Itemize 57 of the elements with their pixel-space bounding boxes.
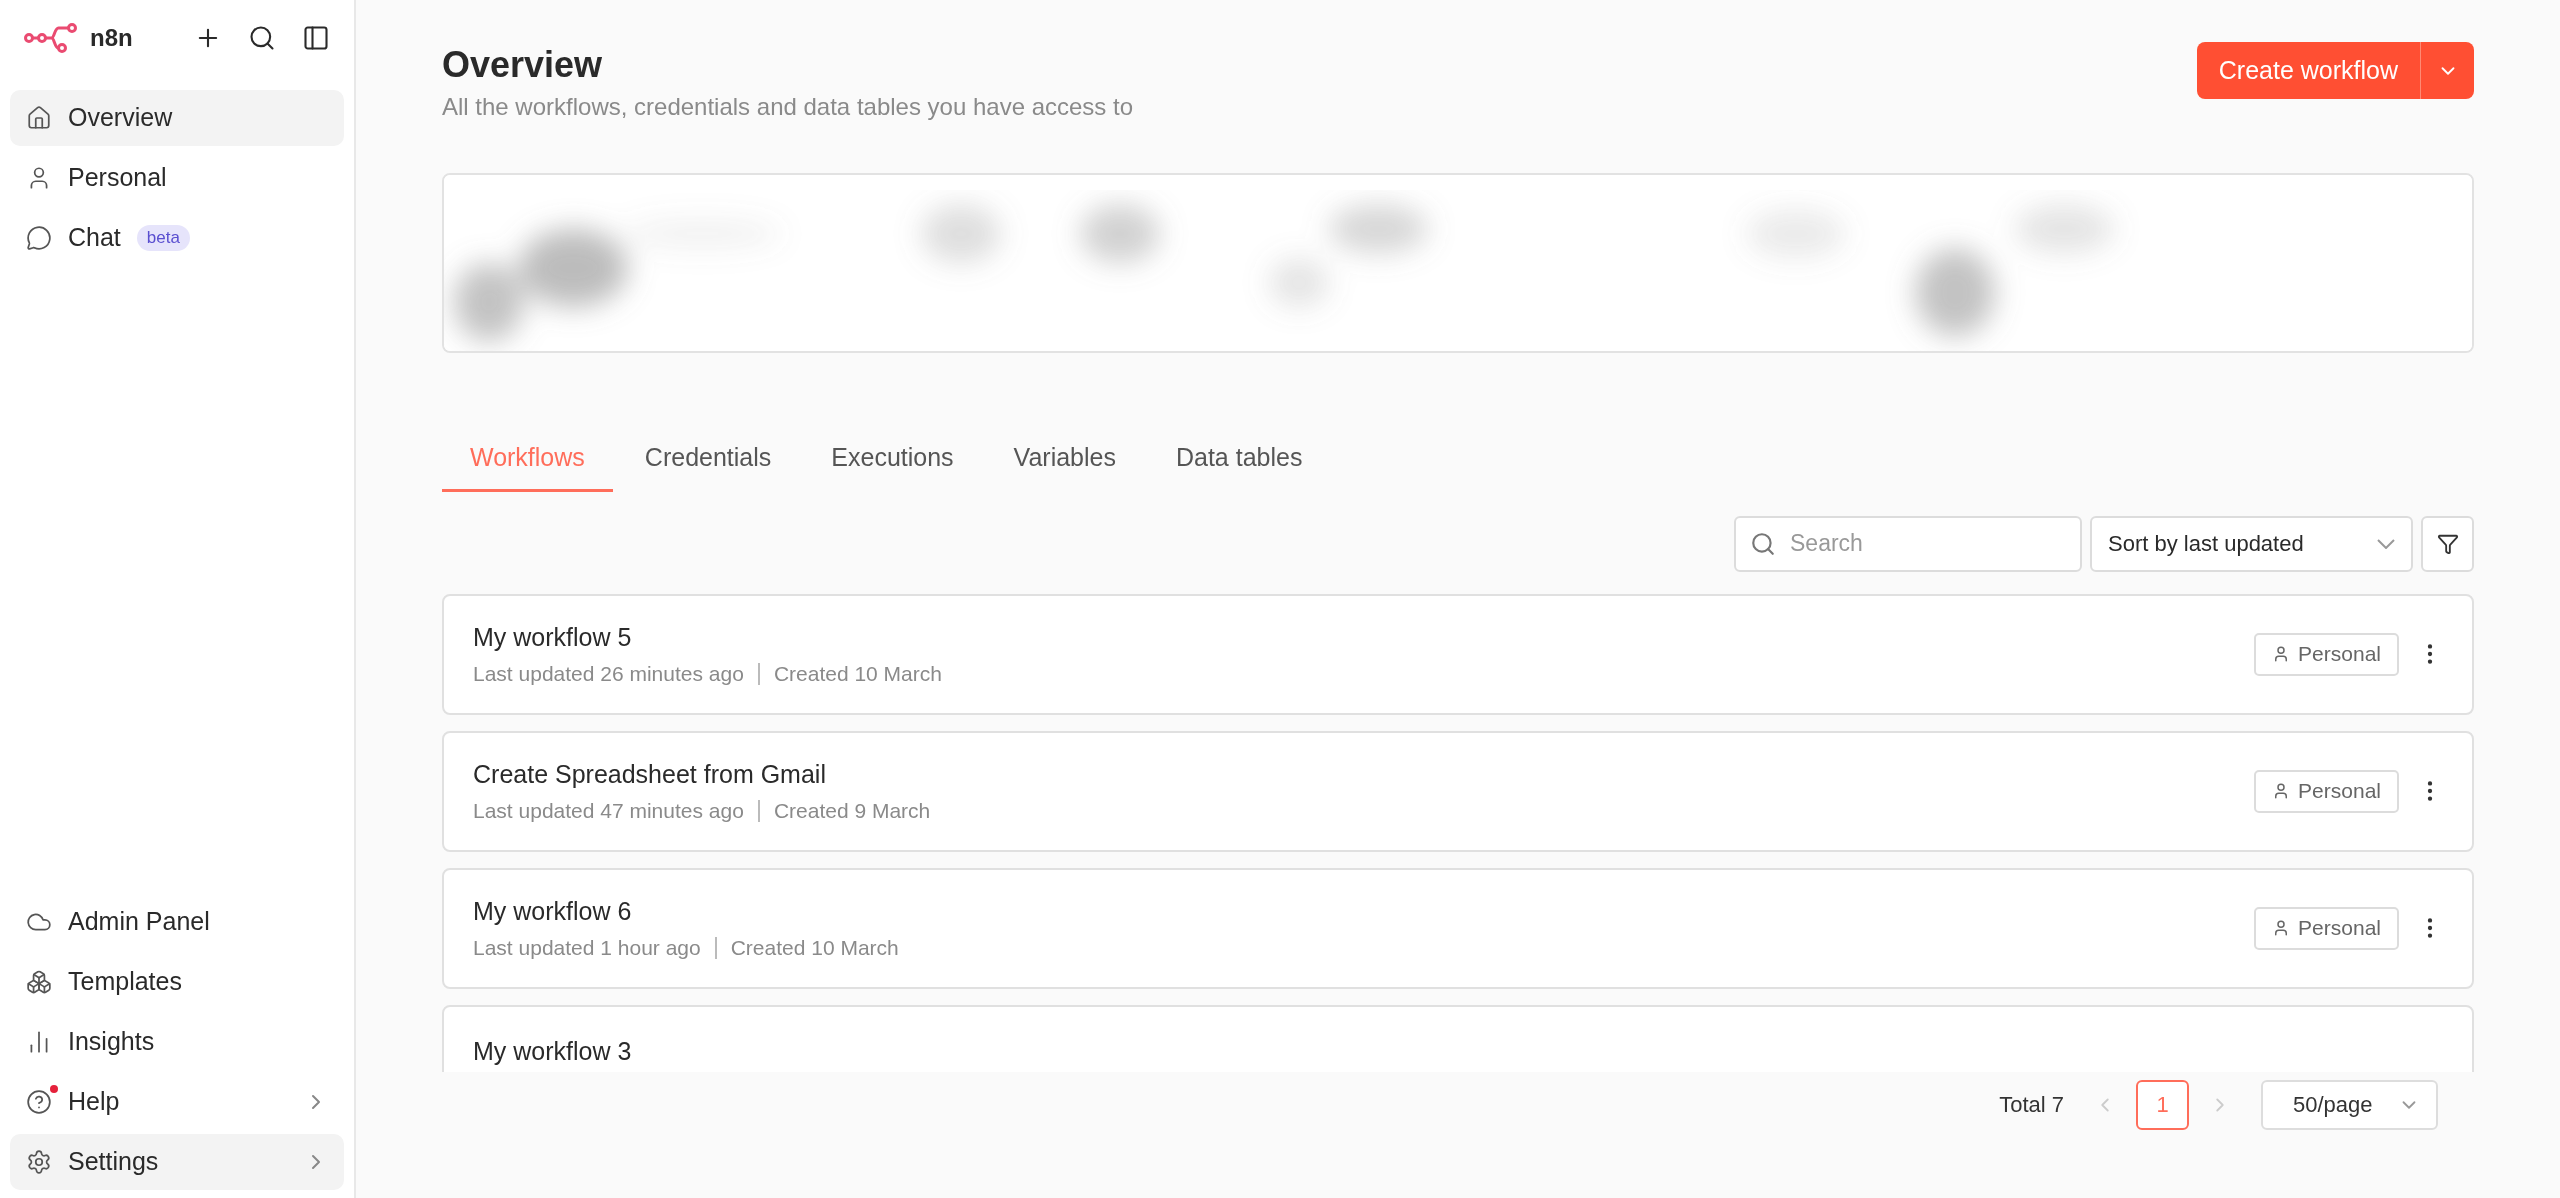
beta-badge: beta [136, 225, 190, 251]
owner-tag: Personal [2254, 632, 2399, 676]
sidebar-item[interactable]: Overview [10, 90, 344, 146]
sidebar-item-label: Settings [68, 1146, 159, 1178]
chat-bubble-icon [26, 225, 52, 251]
home-icon [26, 105, 52, 131]
sort-dropdown[interactable]: Sort by last updated [2090, 515, 2413, 572]
help-icon [26, 1089, 52, 1115]
tab[interactable]: Variables [985, 439, 1144, 492]
search-field[interactable]: Search [1734, 515, 2082, 572]
sidebar-item[interactable]: Insights [10, 1014, 344, 1070]
workflow-name: My workflow 6 [473, 895, 633, 927]
filter-icon [2436, 532, 2459, 555]
owner-tag: Personal [2254, 906, 2399, 950]
last-updated-text: Last updated 1 hour ago [473, 935, 701, 961]
workflow-name: Create Spreadsheet from Gmail [473, 758, 827, 790]
sidebar-item[interactable]: Help [10, 1074, 344, 1130]
created-date-text: Created 9 March [773, 798, 931, 824]
page-subtitle: All the workflows, credentials and data tables you have access to [442, 92, 1134, 122]
filter-button[interactable] [2421, 515, 2474, 572]
sidebar-item[interactable]: Settings [10, 1134, 344, 1190]
brand-name: n8n [90, 23, 133, 53]
owner-tag: Personal [2254, 769, 2399, 813]
workflow-card[interactable]: My workflow 6 Last updated 1 hour ago Created 10 March Personal [442, 867, 2474, 989]
last-updated-text: Last updated 47 minutes ago [473, 798, 744, 824]
tab[interactable]: Data tables [1147, 439, 1331, 492]
workflow-name: My workflow 3 [473, 1035, 632, 1067]
sidebar-item-label: Overview [68, 102, 173, 134]
sidebar-item[interactable]: Admin Panel [10, 894, 344, 950]
sidebar-item-label: Admin Panel [68, 906, 210, 938]
sidebar-item[interactable]: Chat beta [10, 210, 344, 266]
sidebar-toggle-icon[interactable] [302, 24, 330, 52]
search-icon[interactable] [248, 24, 276, 52]
workflow-card[interactable]: Create Spreadsheet from Gmail Last updated 47 minutes ago Created 9 March Personal [442, 730, 2474, 852]
total-count: Total 7 [1999, 1091, 2064, 1119]
sidebar-item[interactable]: Templates [10, 954, 344, 1010]
sidebar-item-label: Chat [68, 222, 121, 254]
page-title: Overview [442, 43, 604, 87]
sidebar-item-label: Insights [68, 1026, 155, 1058]
sidebar-item-label: Personal [68, 162, 167, 194]
tab[interactable]: Credentials [616, 439, 800, 492]
last-updated-text: Last updated 26 minutes ago [473, 661, 744, 687]
created-date-text: Created 10 March [730, 935, 899, 961]
tab[interactable]: Executions [803, 439, 982, 492]
page-size-dropdown[interactable]: 50/page [2261, 1079, 2438, 1130]
workflow-card[interactable]: My workflow 5 Last updated 26 minutes ago Created 10 March Personal [442, 593, 2474, 715]
sidebar-item-label: Help [68, 1086, 120, 1118]
settings-icon [26, 1149, 52, 1175]
boxes-icon [26, 969, 52, 995]
sidebar-item-label: Templates [68, 966, 182, 998]
created-date-text: Created 10 March [773, 661, 942, 687]
workflow-name: My workflow 5 [473, 621, 633, 653]
chevron-down-icon [2377, 538, 2395, 549]
search-icon [1750, 530, 1776, 557]
sidebar-item[interactable]: Personal [10, 150, 344, 206]
workflow-card[interactable]: My workflow 3 [442, 1004, 2474, 1072]
logo-icon [24, 23, 78, 53]
